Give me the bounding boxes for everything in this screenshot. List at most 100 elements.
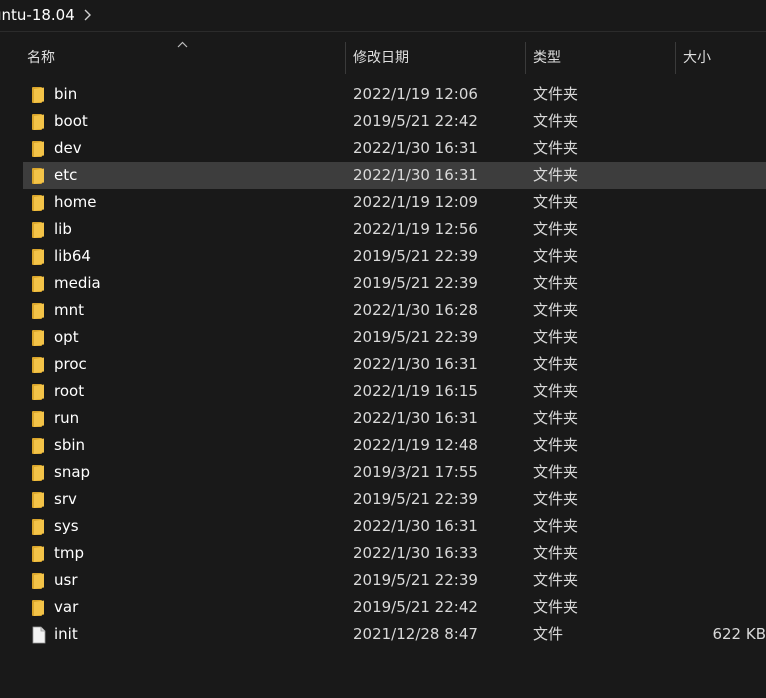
file-type: 文件夹: [533, 328, 579, 346]
table-row[interactable]: srv 2019/5/21 22:39 文件夹: [23, 486, 766, 513]
modified-date: 2019/5/21 22:39: [353, 490, 478, 508]
table-row[interactable]: root 2022/1/19 16:15 文件夹: [23, 378, 766, 405]
column-header-date[interactable]: 修改日期: [353, 40, 409, 76]
folder-icon: [32, 330, 44, 346]
table-row[interactable]: sys 2022/1/30 16:31 文件夹: [23, 513, 766, 540]
file-type: 文件: [533, 625, 564, 643]
table-row[interactable]: run 2022/1/30 16:31 文件夹: [23, 405, 766, 432]
folder-icon: [32, 438, 44, 454]
file-type: 文件夹: [533, 85, 579, 103]
modified-date: 2022/1/19 12:06: [353, 85, 478, 103]
file-type: 文件夹: [533, 436, 579, 454]
table-row[interactable]: lib 2022/1/19 12:56 文件夹: [23, 216, 766, 243]
file-type: 文件夹: [533, 517, 579, 535]
modified-date: 2019/5/21 22:39: [353, 571, 478, 589]
folder-icon: [32, 141, 44, 157]
table-row[interactable]: dev 2022/1/30 16:31 文件夹: [23, 135, 766, 162]
breadcrumb-current[interactable]: untu-18.04: [0, 5, 75, 25]
table-row[interactable]: usr 2019/5/21 22:39 文件夹: [23, 567, 766, 594]
modified-date: 2019/5/21 22:42: [353, 598, 478, 616]
file-type: 文件夹: [533, 193, 579, 211]
table-row[interactable]: tmp 2022/1/30 16:33 文件夹: [23, 540, 766, 567]
file-name: mnt: [54, 301, 84, 319]
folder-icon: [32, 411, 44, 427]
file-type: 文件夹: [533, 544, 579, 562]
folder-icon: [32, 168, 44, 184]
folder-icon: [32, 87, 44, 103]
file-type: 文件夹: [533, 382, 579, 400]
file-icon: [32, 626, 46, 644]
table-row[interactable]: home 2022/1/19 12:09 文件夹: [23, 189, 766, 216]
modified-date: 2022/1/30 16:31: [353, 409, 478, 427]
folder-icon: [32, 195, 44, 211]
file-name: dev: [54, 139, 82, 157]
folder-icon: [32, 384, 44, 400]
modified-date: 2019/5/21 22:39: [353, 274, 478, 292]
file-type: 文件夹: [533, 490, 579, 508]
folder-icon: [32, 357, 44, 373]
folder-icon: [32, 303, 44, 319]
table-row[interactable]: lib64 2019/5/21 22:39 文件夹: [23, 243, 766, 270]
modified-date: 2022/1/30 16:33: [353, 544, 478, 562]
modified-date: 2019/3/21 17:55: [353, 463, 478, 481]
table-row[interactable]: snap 2019/3/21 17:55 文件夹: [23, 459, 766, 486]
file-name: srv: [54, 490, 77, 508]
modified-date: 2022/1/19 12:48: [353, 436, 478, 454]
table-row[interactable]: bin 2022/1/19 12:06 文件夹: [23, 81, 766, 108]
file-name: tmp: [54, 544, 85, 562]
file-type: 文件夹: [533, 139, 579, 157]
folder-icon: [32, 249, 44, 265]
folder-icon: [32, 276, 44, 292]
file-name: lib: [54, 220, 72, 238]
column-divider[interactable]: [345, 42, 346, 74]
file-name: usr: [54, 571, 78, 589]
file-list: 名称 修改日期 类型 大小 bin 2022/1/19 12:06 文件夹 boot 2…: [0, 32, 766, 698]
file-name: boot: [54, 112, 88, 130]
file-name: proc: [54, 355, 87, 373]
file-type: 文件夹: [533, 247, 579, 265]
file-name: init: [54, 625, 78, 643]
modified-date: 2022/1/19 16:15: [353, 382, 478, 400]
modified-date: 2022/1/19 12:56: [353, 220, 478, 238]
column-header-name[interactable]: 名称: [27, 40, 55, 76]
file-name: lib64: [54, 247, 91, 265]
address-bar[interactable]: untu-18.04: [0, 0, 766, 32]
file-type: 文件夹: [533, 112, 579, 130]
folder-icon: [32, 600, 44, 616]
file-name: sys: [54, 517, 79, 535]
file-type: 文件夹: [533, 598, 579, 616]
file-type: 文件夹: [533, 409, 579, 427]
modified-date: 2021/12/28 8:47: [353, 625, 478, 643]
table-row[interactable]: proc 2022/1/30 16:31 文件夹: [23, 351, 766, 378]
column-header-size[interactable]: 大小: [683, 40, 711, 76]
column-header-row: 名称 修改日期 类型 大小: [0, 40, 766, 76]
table-row[interactable]: sbin 2022/1/19 12:48 文件夹: [23, 432, 766, 459]
column-header-type[interactable]: 类型: [533, 40, 561, 76]
file-name: etc: [54, 166, 78, 184]
file-name: root: [54, 382, 85, 400]
file-name: run: [54, 409, 80, 427]
folder-icon: [32, 114, 44, 130]
file-type: 文件夹: [533, 166, 579, 184]
table-row[interactable]: mnt 2022/1/30 16:28 文件夹: [23, 297, 766, 324]
modified-date: 2019/5/21 22:42: [353, 112, 478, 130]
table-row[interactable]: boot 2019/5/21 22:42 文件夹: [23, 108, 766, 135]
file-name: opt: [54, 328, 79, 346]
folder-icon: [32, 465, 44, 481]
folder-icon: [32, 222, 44, 238]
file-name: bin: [54, 85, 78, 103]
column-divider[interactable]: [675, 42, 676, 74]
table-row[interactable]: etc 2022/1/30 16:31 文件夹: [23, 162, 766, 189]
file-name: home: [54, 193, 97, 211]
file-type: 文件夹: [533, 301, 579, 319]
modified-date: 2019/5/21 22:39: [353, 328, 478, 346]
chevron-right-icon[interactable]: [80, 7, 94, 23]
table-row[interactable]: init 2021/12/28 8:47 文件 622 KB: [23, 621, 766, 648]
table-row[interactable]: var 2019/5/21 22:42 文件夹: [23, 594, 766, 621]
modified-date: 2022/1/30 16:31: [353, 139, 478, 157]
table-row[interactable]: media 2019/5/21 22:39 文件夹: [23, 270, 766, 297]
folder-icon: [32, 519, 44, 535]
table-row[interactable]: opt 2019/5/21 22:39 文件夹: [23, 324, 766, 351]
column-divider[interactable]: [525, 42, 526, 74]
file-size: 622 KB: [712, 625, 766, 643]
